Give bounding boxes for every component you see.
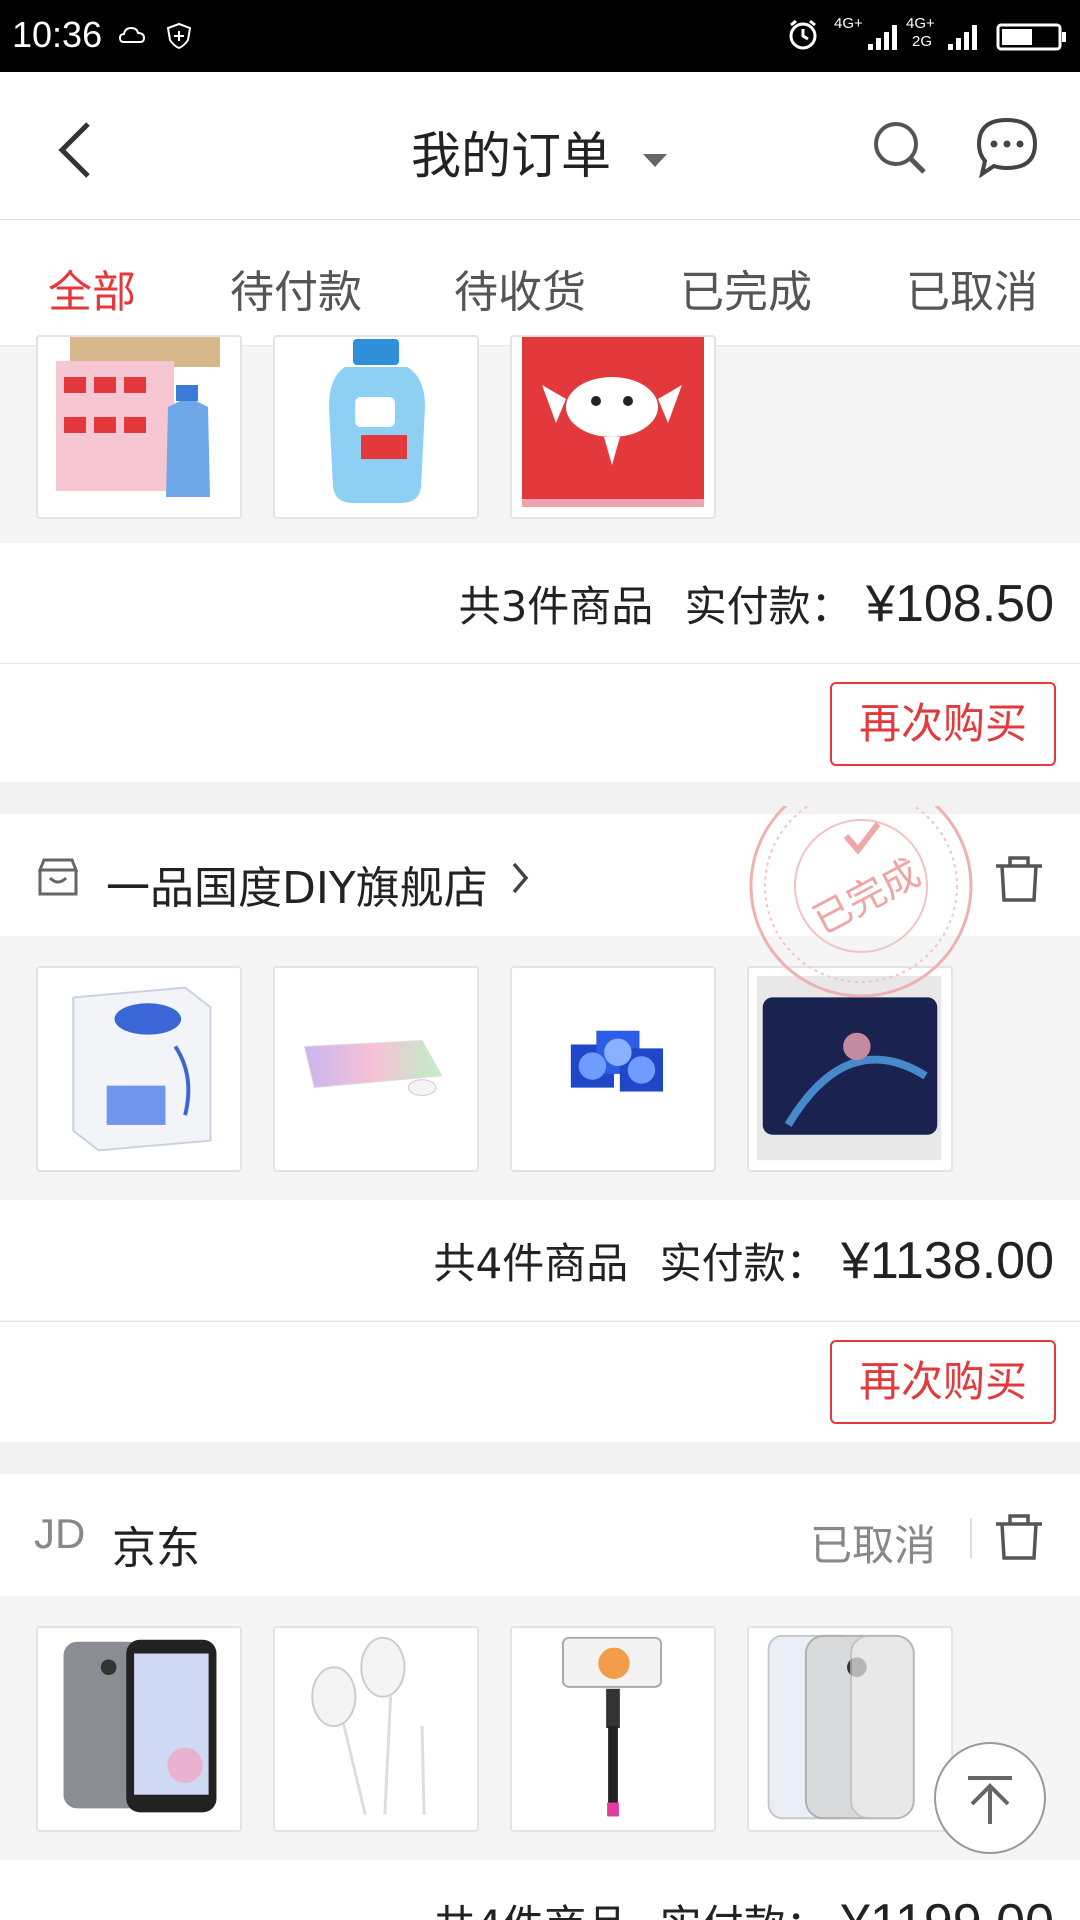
chevron-right-icon[interactable] [508, 860, 532, 896]
order-summary: 共4件商品 实付款： ¥1199.00 [434, 1892, 1055, 1920]
order-1-summary: 共3件商品 实付款： ¥108.50 [0, 543, 1080, 663]
detergent-bottle-image [329, 339, 425, 503]
meizu-phone-image [63, 1639, 217, 1813]
order-tabs: 全部 待付款 待收货 已完成 已取消 [0, 220, 1080, 346]
delete-trash-icon[interactable] [992, 854, 1046, 904]
paid-label: 实付款： [660, 1901, 828, 1920]
divider [970, 1518, 972, 1558]
shop-name[interactable]: 京东 [112, 1512, 200, 1576]
item-count: 共3件商品 [458, 582, 654, 631]
signal-icon-2 [948, 25, 977, 50]
product-thumb[interactable] [273, 1626, 479, 1832]
tab-pending-payment[interactable]: 待付款 [230, 256, 362, 320]
network-type-2-sub: 2G [912, 33, 933, 50]
completed-stamp: 已完成 [746, 806, 976, 1006]
buy-again-button[interactable]: 再次购买 [830, 1340, 1056, 1424]
weather-icon [118, 26, 146, 43]
product-thumb[interactable] [36, 335, 242, 519]
rgb-keyboard-image [303, 1040, 443, 1096]
tab-pending-delivery[interactable]: 待收货 [454, 256, 586, 320]
network-type-1: 4G+ [834, 15, 863, 32]
order-status: 已取消 [810, 1521, 937, 1570]
detergent-pack-image [56, 337, 220, 497]
tab-cancelled[interactable]: 已取消 [906, 256, 1038, 320]
jd-logo: JD [34, 1510, 86, 1557]
product-thumb[interactable] [510, 1626, 716, 1832]
buy-again-button[interactable]: 再次购买 [830, 682, 1056, 766]
alarm-icon [789, 19, 817, 50]
product-thumb[interactable] [273, 966, 479, 1172]
product-thumb[interactable] [36, 1626, 242, 1832]
order-3-products[interactable] [0, 1596, 1080, 1860]
message-icon[interactable] [974, 116, 1040, 178]
signal-icon-1 [868, 25, 897, 50]
tab-all[interactable]: 全部 [48, 256, 136, 320]
dropdown-caret-icon [642, 153, 667, 167]
order-3-shop-row[interactable]: JD 京东 已取消 [0, 1474, 1080, 1596]
page-title-text: 我的订单 [411, 127, 612, 185]
scroll-to-top-button[interactable] [934, 1742, 1046, 1854]
shield-icon [166, 22, 192, 50]
order-price: ¥1199.00 [841, 1894, 1054, 1920]
tab-completed[interactable]: 已完成 [680, 256, 812, 320]
case-fans-image [570, 1030, 664, 1092]
phone-case-image [767, 1634, 915, 1820]
battery-icon [996, 23, 1066, 51]
pc-case-image [72, 986, 212, 1152]
order-summary: 共4件商品 实付款： ¥1138.00 [434, 1230, 1055, 1291]
status-bar: 10:36 4G+ 4G+ 2G [0, 0, 1080, 72]
item-count: 共4件商品 [434, 1901, 629, 1920]
product-thumb[interactable] [36, 966, 242, 1172]
selfie-stick-image [562, 1636, 663, 1817]
shop-name[interactable]: 一品国度DIY旗舰店 [106, 852, 488, 916]
arrow-up-icon [968, 1776, 1012, 1824]
item-count: 共4件商品 [433, 1239, 629, 1288]
order-2-actions: 再次购买 [0, 1322, 1080, 1442]
product-thumb[interactable] [510, 966, 716, 1172]
order-summary: 共3件商品 实付款： ¥108.50 [459, 573, 1054, 634]
order-price: ¥108.50 [866, 575, 1054, 633]
status-time: 10:36 [12, 14, 103, 55]
order-1-products[interactable] [0, 335, 1080, 543]
paid-label: 实付款： [659, 1239, 828, 1288]
product-thumb[interactable] [273, 335, 479, 519]
order-3-summary: 共4件商品 实付款： ¥1199.00 [0, 1860, 1080, 1920]
earphones-image [311, 1636, 426, 1815]
delete-trash-icon[interactable] [992, 1512, 1046, 1562]
search-icon[interactable] [872, 118, 928, 178]
jd-gift-card-image [522, 337, 704, 507]
order-1-actions: 再次购买 [0, 664, 1080, 782]
app-header: 我的订单 [0, 72, 1080, 220]
paid-label: 实付款： [684, 582, 853, 631]
order-2-summary: 共4件商品 实付款： ¥1138.00 [0, 1200, 1080, 1320]
product-thumb[interactable] [510, 335, 716, 519]
network-type-2: 4G+ [906, 15, 935, 32]
product-thumb[interactable] [747, 1626, 953, 1832]
order-price: ¥1138.00 [840, 1232, 1054, 1290]
store-icon [37, 858, 79, 896]
